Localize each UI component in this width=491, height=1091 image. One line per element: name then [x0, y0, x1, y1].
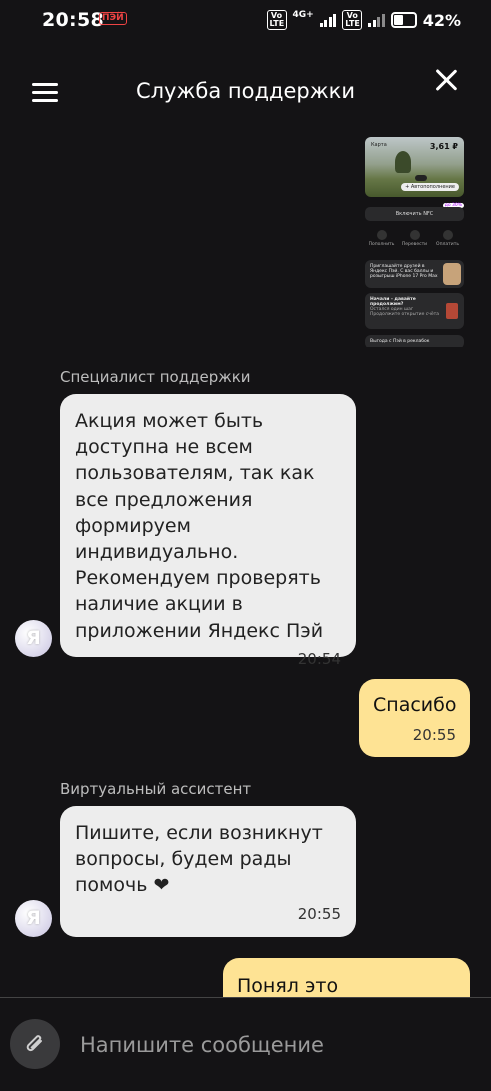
- chat-header: Служба поддержки: [0, 60, 491, 124]
- sender-name: Виртуальный ассистент: [60, 780, 252, 798]
- thumb-action: Пополнить: [368, 230, 396, 250]
- avatar: Я: [15, 620, 52, 657]
- network-type: 4G+: [292, 10, 314, 20]
- thumb-banner: Начали - давайте продолжим? Остался один…: [365, 293, 464, 329]
- incoming-message[interactable]: Пишите, если возникнут вопросы, будем ра…: [60, 806, 356, 937]
- status-bar: 20:58 ПЭЙ Vo LTE 4G+ Vo LTE 42%: [0, 0, 491, 40]
- message-text: Спасибо: [373, 694, 457, 716]
- thumb-actions: Пополнить Перевести Оплатить: [365, 230, 464, 250]
- message-time: 20:55: [297, 904, 341, 923]
- attached-screenshot[interactable]: Карта 3,61 ₽ + Автопополнение до 30% Вкл…: [363, 135, 466, 347]
- message-input[interactable]: [80, 1029, 470, 1061]
- volte-icon: Vo LTE: [266, 10, 287, 30]
- incoming-message[interactable]: Акция может быть доступна не всем пользо…: [60, 394, 356, 668]
- sim-indicator: ПЭЙ: [99, 12, 127, 25]
- thumb-card-label: Карта: [371, 142, 387, 148]
- battery-percent: 42%: [422, 10, 461, 30]
- close-icon[interactable]: [432, 66, 460, 94]
- thumb-action: Оплатить: [434, 230, 462, 250]
- message-text: Акция может быть доступна не всем пользо…: [75, 410, 324, 642]
- volte-icon-2: Vo LTE: [342, 10, 363, 30]
- page-title: Служба поддержки: [135, 79, 356, 103]
- thumb-nfc: Включить NFC: [365, 207, 464, 221]
- thumb-banner: Выгода с Пэй в реклабок: [365, 335, 464, 347]
- avatar: Я: [15, 900, 52, 937]
- status-right: Vo LTE 4G+ Vo LTE 42%: [266, 10, 461, 30]
- signal-icon-2: [368, 13, 385, 27]
- thumb-banner: Приглашайте друзей в Яндекс Пэй. С вас б…: [365, 260, 464, 288]
- message-text: Пишите, если возникнут вопросы, будем ра…: [75, 822, 323, 897]
- battery-fill: [393, 15, 403, 25]
- thumb-card: Карта 3,61 ₽ + Автопополнение: [365, 137, 464, 197]
- status-time: 20:58: [42, 9, 104, 31]
- thumb-card-chip: + Автопополнение: [401, 183, 459, 191]
- thumb-card-amount: 3,61 ₽: [429, 142, 458, 151]
- message-time: 20:54: [297, 649, 341, 668]
- outgoing-message[interactable]: Спасибо 20:55: [359, 679, 470, 757]
- battery-icon: [390, 12, 417, 28]
- sender-name: Специалист поддержки: [60, 368, 251, 386]
- thumb-action: Перевести: [401, 230, 429, 250]
- signal-icon: [319, 13, 337, 27]
- paperclip-icon[interactable]: [10, 1019, 60, 1069]
- message-time: 20:55: [412, 726, 456, 744]
- message-composer: [0, 997, 491, 1091]
